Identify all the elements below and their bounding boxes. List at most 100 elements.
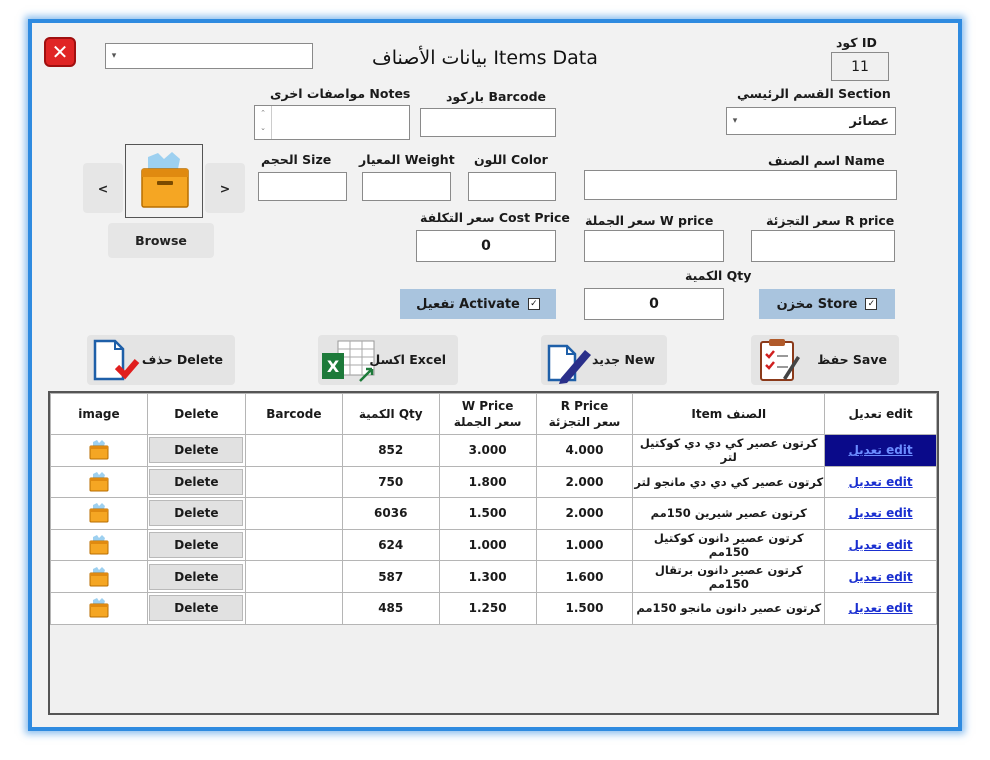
row-edit-link[interactable]: تعديل edit <box>824 434 937 467</box>
notes-textarea[interactable]: ⌃ ⌄ <box>254 105 410 140</box>
row-delete-cell: Delete <box>146 591 246 625</box>
image-next-button[interactable]: > <box>205 163 245 213</box>
row-qty: 852 <box>341 434 440 467</box>
color-input[interactable] <box>468 172 556 201</box>
svg-text:X: X <box>327 357 340 376</box>
row-item-name: كرتون عصير كي دي دي مانجو لتر <box>632 465 826 499</box>
row-edit-link[interactable]: تعديل edit <box>824 591 937 625</box>
row-image-cell[interactable] <box>50 434 148 467</box>
item-image-frame <box>125 144 203 218</box>
row-qty: 750 <box>341 465 440 499</box>
table-row: Delete 624 1.000 1.000 كرتون عصير دانون … <box>50 528 937 562</box>
row-delete-button[interactable]: Delete <box>149 500 244 527</box>
row-edit-link[interactable]: تعديل edit <box>824 528 937 562</box>
box-icon <box>88 503 110 523</box>
excel-button[interactable]: X اكسل Excel <box>318 335 458 385</box>
close-icon[interactable]: ✕ <box>44 37 76 67</box>
row-qty: 6036 <box>341 497 440 530</box>
table-row: Delete 852 3.000 4.000 كرتون عصير كي دي … <box>50 434 937 467</box>
save-button[interactable]: حفظ Save <box>751 335 899 385</box>
row-item-name: كرتون عصير شيرين 150مم <box>632 497 826 530</box>
cost-label: سعر التكلفة Cost Price <box>420 210 570 225</box>
barcode-input[interactable] <box>420 108 556 137</box>
row-w-price: 1.000 <box>438 528 537 562</box>
row-qty: 624 <box>341 528 440 562</box>
top-combo[interactable]: ▾ <box>105 43 313 69</box>
delete-button-label: حذف Delete <box>141 352 223 367</box>
store-checkbox[interactable]: مخزن Store ✓ <box>759 289 895 319</box>
row-barcode <box>244 434 343 467</box>
col-header-item: Item الصنف <box>632 393 826 435</box>
col-header-w-price-en: W Price <box>461 399 514 413</box>
image-prev-button[interactable]: < <box>83 163 123 213</box>
row-item-name: كرتون عصير كي دي دي كوكتيل لتر <box>632 434 826 467</box>
row-image-cell[interactable] <box>50 497 148 530</box>
row-delete-button[interactable]: Delete <box>149 563 244 590</box>
row-delete-cell: Delete <box>146 497 246 530</box>
r-price-input[interactable] <box>751 230 895 262</box>
row-delete-button[interactable]: Delete <box>149 595 244 622</box>
row-w-price: 1.800 <box>438 465 537 499</box>
row-r-price: 2.000 <box>535 497 634 530</box>
row-w-price: 1.300 <box>438 560 537 593</box>
row-qty: 485 <box>341 591 440 625</box>
row-w-price: 1.250 <box>438 591 537 625</box>
row-image-cell[interactable] <box>50 560 148 593</box>
notes-label: مواصفات اخرى Notes <box>270 86 411 101</box>
row-image-cell[interactable] <box>50 591 148 625</box>
browse-button[interactable]: Browse <box>108 223 214 258</box>
row-item-name: كرتون عصير دانون برتقال 150مم <box>632 560 826 593</box>
row-delete-button[interactable]: Delete <box>149 437 244 464</box>
r-price-label: سعر التجزئة R price <box>766 213 895 228</box>
new-button[interactable]: جديد New <box>541 335 667 385</box>
col-header-r-price-ar: سعر التجزئة <box>548 415 621 429</box>
save-checklist-icon <box>760 339 800 381</box>
activate-checkbox[interactable]: تفعيل Activate ✓ <box>400 289 556 319</box>
row-barcode <box>244 497 343 530</box>
id-value: 11 <box>831 52 889 81</box>
table-header-row: image Delete Barcode الكمية Qty W Price س… <box>50 393 937 435</box>
box-icon <box>88 535 110 555</box>
name-input[interactable] <box>584 170 897 200</box>
row-delete-button[interactable]: Delete <box>149 468 244 495</box>
row-barcode <box>244 528 343 562</box>
col-header-qty: الكمية Qty <box>341 393 440 435</box>
size-input[interactable] <box>258 172 347 201</box>
size-label: الحجم Size <box>261 152 332 167</box>
new-document-pen-icon <box>547 344 591 384</box>
barcode-label: باركود Barcode <box>446 89 547 104</box>
activate-label: تفعيل Activate <box>416 296 520 312</box>
row-delete-button[interactable]: Delete <box>149 532 244 559</box>
color-label: اللون Color <box>474 152 548 167</box>
row-edit-link[interactable]: تعديل edit <box>824 497 937 530</box>
qty-input[interactable]: 0 <box>584 288 724 320</box>
row-barcode <box>244 465 343 499</box>
w-price-label: سعر الجملة W price <box>585 213 714 228</box>
row-item-name: كرتون عصير دانون كوكتيل 150مم <box>632 528 826 562</box>
items-table: image Delete Barcode الكمية Qty W Price س… <box>48 391 939 715</box>
row-r-price: 1.000 <box>535 528 634 562</box>
activate-check-mark: ✓ <box>527 298 540 310</box>
row-w-price: 3.000 <box>438 434 537 467</box>
section-select[interactable]: ▾ عصائر <box>726 107 896 135</box>
table-row: Delete 485 1.250 1.500 كرتون عصير دانون … <box>50 591 937 625</box>
row-barcode <box>244 591 343 625</box>
row-edit-link[interactable]: تعديل edit <box>824 465 937 499</box>
row-edit-link[interactable]: تعديل edit <box>824 560 937 593</box>
window-title: بيانات الأصناف Items Data <box>372 47 598 69</box>
row-w-price: 1.500 <box>438 497 537 530</box>
row-r-price: 2.000 <box>535 465 634 499</box>
w-price-input[interactable] <box>584 230 724 262</box>
box-icon <box>88 598 110 618</box>
col-header-delete: Delete <box>146 393 246 435</box>
notes-scrollbar[interactable]: ⌃ ⌄ <box>255 106 272 139</box>
cost-input[interactable]: 0 <box>416 230 556 262</box>
row-r-price: 4.000 <box>535 434 634 467</box>
row-image-cell[interactable] <box>50 528 148 562</box>
row-r-price: 1.500 <box>535 591 634 625</box>
weight-input[interactable] <box>362 172 451 201</box>
delete-document-icon <box>93 339 140 381</box>
row-barcode <box>244 560 343 593</box>
delete-button[interactable]: حذف Delete <box>87 335 235 385</box>
row-image-cell[interactable] <box>50 465 148 499</box>
